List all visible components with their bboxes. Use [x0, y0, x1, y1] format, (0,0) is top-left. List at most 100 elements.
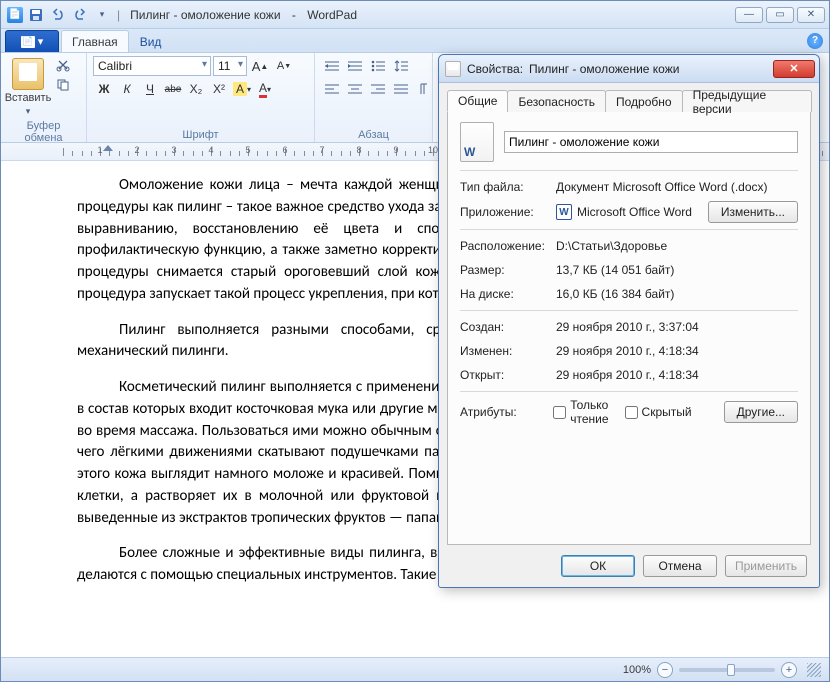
group-font: Calibri 11 A▲ A▼ Ж К Ч abe X₂ X² A▾ A▾ [87, 53, 315, 142]
maximize-button[interactable]: ▭ [766, 7, 794, 23]
font-family-combo[interactable]: Calibri [93, 56, 211, 76]
readonly-label: Только чтение [570, 398, 608, 426]
filetype-value: Документ Microsoft Office Word (.docx) [556, 180, 798, 194]
redo-button[interactable] [71, 6, 89, 24]
group-clipboard: Вставить ▾ Буфер обмена [1, 53, 87, 142]
file-menu-button[interactable]: 📄 ▾ [5, 30, 59, 52]
zoom-out-button[interactable]: − [657, 662, 673, 678]
dialog-body: Общие Безопасность Подробно Предыдущие в… [439, 83, 819, 587]
size-key: Размер: [460, 263, 556, 277]
accessed-value: 29 ноября 2010 г., 4:18:34 [556, 368, 798, 382]
apply-button[interactable]: Применить [725, 555, 807, 577]
justify-button[interactable] [390, 79, 412, 99]
dialog-tabpage-general: Тип файла: Документ Microsoft Office Wor… [447, 112, 811, 545]
attributes-key: Атрибуты: [460, 405, 553, 419]
ribbon-tabs-row: 📄 ▾ Главная Вид ? [1, 29, 829, 53]
bullets-button[interactable] [367, 56, 389, 76]
outdent-button[interactable] [321, 56, 343, 76]
quick-access-toolbar: 📄 ▾ [7, 6, 111, 24]
paste-label: Вставить [5, 92, 52, 104]
file-menu-icon: 📄 [21, 36, 35, 48]
undo-button[interactable] [49, 6, 67, 24]
tab-security[interactable]: Безопасность [507, 90, 606, 112]
file-menu-chevron-icon: ▾ [38, 35, 44, 48]
dialog-titlebar[interactable]: Свойства: Пилинг - омоложение кожи ✕ [439, 55, 819, 83]
hidden-checkbox[interactable]: Скрытый [625, 405, 692, 419]
window-controls: — ▭ ✕ [735, 7, 825, 23]
tab-home[interactable]: Главная [61, 30, 129, 52]
save-button[interactable] [27, 6, 45, 24]
strike-button[interactable]: abe [162, 79, 184, 99]
tab-details[interactable]: Подробно [605, 90, 683, 112]
separator [460, 310, 798, 311]
font-color-button[interactable]: A▾ [254, 79, 276, 99]
qat-customize-button[interactable]: ▾ [93, 6, 111, 24]
paragraph-dialog-button[interactable] [413, 79, 435, 99]
advanced-attributes-button[interactable]: Другие... [724, 401, 798, 423]
subscript-button[interactable]: X₂ [185, 79, 207, 99]
cut-button[interactable] [53, 56, 73, 74]
align-center-button[interactable] [344, 79, 366, 99]
opens-with-key: Приложение: [460, 205, 556, 219]
tab-previous-versions[interactable]: Предыдущие версии [682, 90, 812, 112]
superscript-button[interactable]: X² [208, 79, 230, 99]
titlebar: 📄 ▾ | Пилинг - омоложение кожи - WordPad… [1, 1, 829, 29]
opens-with-value: Microsoft Office Word [577, 205, 692, 219]
zoom-in-button[interactable]: + [781, 662, 797, 678]
grow-font-button[interactable]: A▲ [249, 56, 271, 76]
change-app-button[interactable]: Изменить... [708, 201, 798, 223]
properties-dialog: Свойства: Пилинг - омоложение кожи ✕ Общ… [438, 54, 820, 588]
zoom-slider[interactable] [679, 668, 775, 672]
group-paragraph: Абзац [315, 53, 433, 142]
window-title-doc: Пилинг - омоложение кожи [130, 8, 280, 22]
align-right-button[interactable] [367, 79, 389, 99]
bold-button[interactable]: Ж [93, 79, 115, 99]
underline-button[interactable]: Ч [139, 79, 161, 99]
dialog-buttons: ОК Отмена Применить [447, 545, 811, 579]
help-icon[interactable]: ? [807, 33, 823, 49]
location-value: D:\Статьи\Здоровье [556, 239, 798, 253]
tab-view-label: Вид [140, 35, 162, 49]
group-font-label: Шрифт [93, 128, 308, 141]
tab-details-label: Подробно [616, 95, 672, 109]
indent-button[interactable] [344, 56, 366, 76]
zoom-slider-thumb[interactable] [727, 664, 735, 676]
italic-button[interactable]: К [116, 79, 138, 99]
resize-grip-icon[interactable] [807, 663, 821, 677]
paste-button[interactable]: Вставить ▾ [7, 56, 49, 119]
tab-general[interactable]: Общие [447, 90, 508, 112]
cancel-button[interactable]: Отмена [643, 555, 717, 577]
copy-button[interactable] [53, 76, 73, 94]
readonly-checkbox[interactable]: Только чтение [553, 398, 608, 426]
tab-general-label: Общие [458, 94, 497, 108]
size-value: 13,7 КБ (14 051 байт) [556, 263, 798, 277]
paste-icon [12, 58, 44, 90]
separator [460, 391, 798, 392]
shrink-font-button[interactable]: A▼ [273, 56, 295, 76]
close-button[interactable]: ✕ [797, 7, 825, 23]
title-separator: | [117, 8, 120, 22]
dialog-tabs: Общие Безопасность Подробно Предыдущие в… [447, 89, 811, 112]
hidden-label: Скрытый [642, 405, 692, 419]
group-clipboard-label: Буфер обмена [7, 119, 80, 144]
filetype-key: Тип файла: [460, 180, 556, 194]
minimize-button[interactable]: — [735, 7, 763, 23]
dialog-close-button[interactable]: ✕ [773, 60, 815, 78]
dialog-title-doc: Пилинг - омоложение кожи [529, 62, 679, 76]
tab-security-label: Безопасность [518, 95, 595, 109]
zoom-value: 100% [623, 664, 651, 676]
paste-split-icon: ▾ [26, 106, 31, 117]
ok-button[interactable]: ОК [561, 555, 635, 577]
app-icon[interactable]: 📄 [7, 7, 23, 23]
font-family-value: Calibri [98, 59, 132, 73]
line-spacing-button[interactable] [390, 56, 412, 76]
highlight-button[interactable]: A▾ [231, 79, 253, 99]
separator [460, 229, 798, 230]
align-left-button[interactable] [321, 79, 343, 99]
tab-home-label: Главная [72, 35, 118, 49]
modified-value: 29 ноября 2010 г., 4:18:34 [556, 344, 798, 358]
filename-input[interactable] [504, 131, 798, 153]
tab-view[interactable]: Вид [129, 30, 173, 52]
window-title-app: WordPad [307, 8, 357, 22]
font-size-combo[interactable]: 11 [213, 56, 247, 76]
